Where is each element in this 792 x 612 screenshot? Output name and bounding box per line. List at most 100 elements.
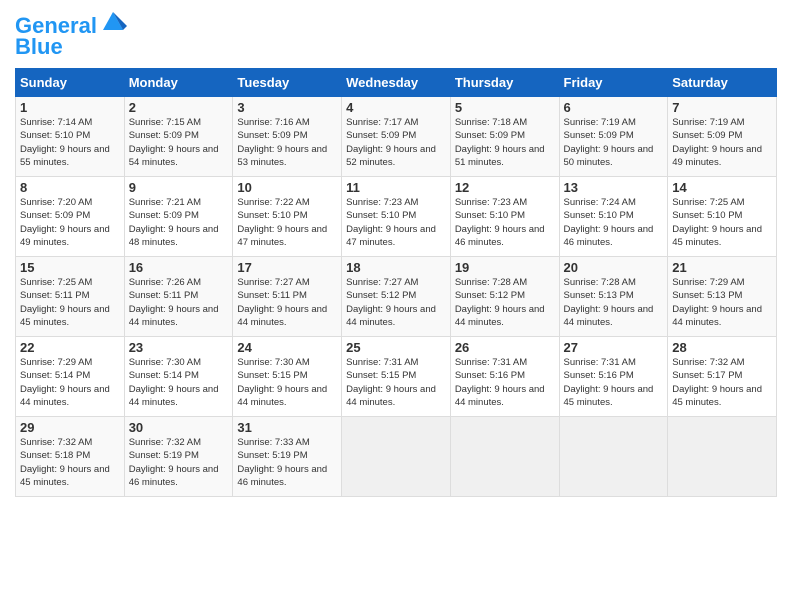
calendar-cell: 16Sunrise: 7:26 AMSunset: 5:11 PMDayligh…: [124, 257, 233, 337]
calendar-cell: [559, 417, 668, 497]
day-number: 1: [20, 100, 120, 115]
day-info: Sunrise: 7:18 AMSunset: 5:09 PMDaylight:…: [455, 116, 555, 169]
day-number: 15: [20, 260, 120, 275]
day-number: 11: [346, 180, 446, 195]
calendar-week-1: 1Sunrise: 7:14 AMSunset: 5:10 PMDaylight…: [16, 97, 777, 177]
day-number: 27: [564, 340, 664, 355]
calendar-cell: 17Sunrise: 7:27 AMSunset: 5:11 PMDayligh…: [233, 257, 342, 337]
calendar-cell: 7Sunrise: 7:19 AMSunset: 5:09 PMDaylight…: [668, 97, 777, 177]
day-number: 18: [346, 260, 446, 275]
day-info: Sunrise: 7:27 AMSunset: 5:11 PMDaylight:…: [237, 276, 337, 329]
day-number: 17: [237, 260, 337, 275]
calendar-cell: 3Sunrise: 7:16 AMSunset: 5:09 PMDaylight…: [233, 97, 342, 177]
day-info: Sunrise: 7:16 AMSunset: 5:09 PMDaylight:…: [237, 116, 337, 169]
day-info: Sunrise: 7:31 AMSunset: 5:15 PMDaylight:…: [346, 356, 446, 409]
calendar-cell: [668, 417, 777, 497]
day-info: Sunrise: 7:23 AMSunset: 5:10 PMDaylight:…: [455, 196, 555, 249]
day-number: 7: [672, 100, 772, 115]
calendar-cell: 21Sunrise: 7:29 AMSunset: 5:13 PMDayligh…: [668, 257, 777, 337]
day-info: Sunrise: 7:31 AMSunset: 5:16 PMDaylight:…: [564, 356, 664, 409]
calendar-cell: 19Sunrise: 7:28 AMSunset: 5:12 PMDayligh…: [450, 257, 559, 337]
calendar-cell: 31Sunrise: 7:33 AMSunset: 5:19 PMDayligh…: [233, 417, 342, 497]
day-info: Sunrise: 7:29 AMSunset: 5:14 PMDaylight:…: [20, 356, 120, 409]
calendar-cell: 22Sunrise: 7:29 AMSunset: 5:14 PMDayligh…: [16, 337, 125, 417]
day-info: Sunrise: 7:22 AMSunset: 5:10 PMDaylight:…: [237, 196, 337, 249]
calendar-cell: [342, 417, 451, 497]
calendar-week-3: 15Sunrise: 7:25 AMSunset: 5:11 PMDayligh…: [16, 257, 777, 337]
calendar-cell: 13Sunrise: 7:24 AMSunset: 5:10 PMDayligh…: [559, 177, 668, 257]
calendar-cell: 15Sunrise: 7:25 AMSunset: 5:11 PMDayligh…: [16, 257, 125, 337]
calendar-cell: 11Sunrise: 7:23 AMSunset: 5:10 PMDayligh…: [342, 177, 451, 257]
day-number: 9: [129, 180, 229, 195]
calendar-week-2: 8Sunrise: 7:20 AMSunset: 5:09 PMDaylight…: [16, 177, 777, 257]
calendar-cell: 1Sunrise: 7:14 AMSunset: 5:10 PMDaylight…: [16, 97, 125, 177]
calendar-cell: 24Sunrise: 7:30 AMSunset: 5:15 PMDayligh…: [233, 337, 342, 417]
calendar-cell: 14Sunrise: 7:25 AMSunset: 5:10 PMDayligh…: [668, 177, 777, 257]
day-number: 26: [455, 340, 555, 355]
header-day-sunday: Sunday: [16, 69, 125, 97]
day-info: Sunrise: 7:26 AMSunset: 5:11 PMDaylight:…: [129, 276, 229, 329]
logo-icon: [99, 8, 127, 36]
day-number: 22: [20, 340, 120, 355]
day-number: 2: [129, 100, 229, 115]
calendar-cell: 30Sunrise: 7:32 AMSunset: 5:19 PMDayligh…: [124, 417, 233, 497]
day-number: 16: [129, 260, 229, 275]
calendar-week-5: 29Sunrise: 7:32 AMSunset: 5:18 PMDayligh…: [16, 417, 777, 497]
calendar-cell: 10Sunrise: 7:22 AMSunset: 5:10 PMDayligh…: [233, 177, 342, 257]
day-number: 4: [346, 100, 446, 115]
day-number: 19: [455, 260, 555, 275]
calendar-cell: 28Sunrise: 7:32 AMSunset: 5:17 PMDayligh…: [668, 337, 777, 417]
day-number: 28: [672, 340, 772, 355]
day-info: Sunrise: 7:17 AMSunset: 5:09 PMDaylight:…: [346, 116, 446, 169]
day-number: 6: [564, 100, 664, 115]
calendar-week-4: 22Sunrise: 7:29 AMSunset: 5:14 PMDayligh…: [16, 337, 777, 417]
calendar-cell: 6Sunrise: 7:19 AMSunset: 5:09 PMDaylight…: [559, 97, 668, 177]
day-info: Sunrise: 7:19 AMSunset: 5:09 PMDaylight:…: [672, 116, 772, 169]
day-number: 24: [237, 340, 337, 355]
calendar-cell: 23Sunrise: 7:30 AMSunset: 5:14 PMDayligh…: [124, 337, 233, 417]
day-info: Sunrise: 7:14 AMSunset: 5:10 PMDaylight:…: [20, 116, 120, 169]
day-info: Sunrise: 7:15 AMSunset: 5:09 PMDaylight:…: [129, 116, 229, 169]
calendar-table: SundayMondayTuesdayWednesdayThursdayFrid…: [15, 68, 777, 497]
day-info: Sunrise: 7:31 AMSunset: 5:16 PMDaylight:…: [455, 356, 555, 409]
calendar-cell: 18Sunrise: 7:27 AMSunset: 5:12 PMDayligh…: [342, 257, 451, 337]
day-info: Sunrise: 7:23 AMSunset: 5:10 PMDaylight:…: [346, 196, 446, 249]
calendar-cell: [450, 417, 559, 497]
calendar-cell: 5Sunrise: 7:18 AMSunset: 5:09 PMDaylight…: [450, 97, 559, 177]
calendar-cell: 20Sunrise: 7:28 AMSunset: 5:13 PMDayligh…: [559, 257, 668, 337]
day-info: Sunrise: 7:33 AMSunset: 5:19 PMDaylight:…: [237, 436, 337, 489]
header-day-saturday: Saturday: [668, 69, 777, 97]
logo: General Blue: [15, 14, 127, 60]
calendar-cell: 29Sunrise: 7:32 AMSunset: 5:18 PMDayligh…: [16, 417, 125, 497]
calendar-cell: 9Sunrise: 7:21 AMSunset: 5:09 PMDaylight…: [124, 177, 233, 257]
day-number: 30: [129, 420, 229, 435]
day-info: Sunrise: 7:25 AMSunset: 5:10 PMDaylight:…: [672, 196, 772, 249]
calendar-cell: 4Sunrise: 7:17 AMSunset: 5:09 PMDaylight…: [342, 97, 451, 177]
header: General Blue: [15, 10, 777, 60]
day-info: Sunrise: 7:25 AMSunset: 5:11 PMDaylight:…: [20, 276, 120, 329]
day-number: 5: [455, 100, 555, 115]
day-number: 14: [672, 180, 772, 195]
calendar-cell: 2Sunrise: 7:15 AMSunset: 5:09 PMDaylight…: [124, 97, 233, 177]
day-number: 29: [20, 420, 120, 435]
day-number: 13: [564, 180, 664, 195]
header-day-thursday: Thursday: [450, 69, 559, 97]
header-day-wednesday: Wednesday: [342, 69, 451, 97]
day-info: Sunrise: 7:32 AMSunset: 5:19 PMDaylight:…: [129, 436, 229, 489]
calendar-cell: 26Sunrise: 7:31 AMSunset: 5:16 PMDayligh…: [450, 337, 559, 417]
day-number: 3: [237, 100, 337, 115]
day-number: 21: [672, 260, 772, 275]
calendar-cell: 8Sunrise: 7:20 AMSunset: 5:09 PMDaylight…: [16, 177, 125, 257]
header-day-friday: Friday: [559, 69, 668, 97]
day-number: 10: [237, 180, 337, 195]
calendar-cell: 12Sunrise: 7:23 AMSunset: 5:10 PMDayligh…: [450, 177, 559, 257]
day-info: Sunrise: 7:28 AMSunset: 5:12 PMDaylight:…: [455, 276, 555, 329]
day-info: Sunrise: 7:30 AMSunset: 5:15 PMDaylight:…: [237, 356, 337, 409]
day-info: Sunrise: 7:32 AMSunset: 5:17 PMDaylight:…: [672, 356, 772, 409]
day-number: 23: [129, 340, 229, 355]
day-number: 20: [564, 260, 664, 275]
day-info: Sunrise: 7:21 AMSunset: 5:09 PMDaylight:…: [129, 196, 229, 249]
day-info: Sunrise: 7:24 AMSunset: 5:10 PMDaylight:…: [564, 196, 664, 249]
calendar-header-row: SundayMondayTuesdayWednesdayThursdayFrid…: [16, 69, 777, 97]
day-info: Sunrise: 7:20 AMSunset: 5:09 PMDaylight:…: [20, 196, 120, 249]
